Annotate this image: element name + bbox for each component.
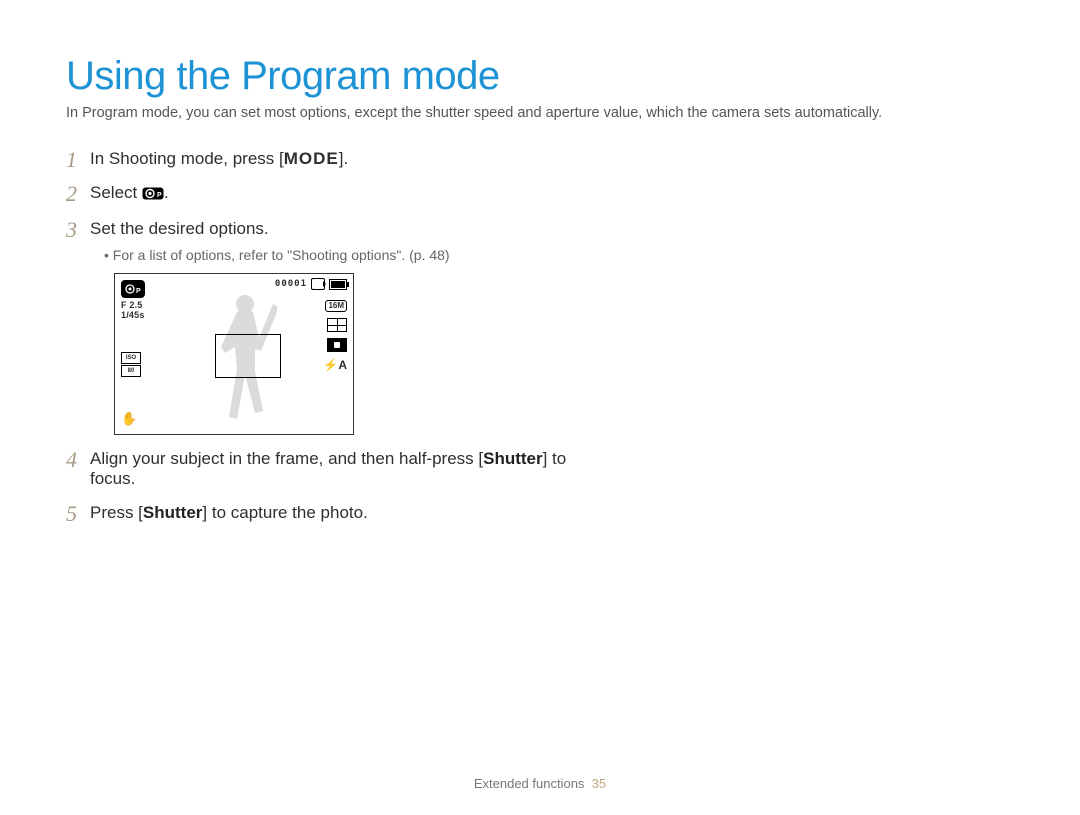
- step-number: 5: [66, 501, 77, 527]
- step-3: 3 Set the desired options. For a list of…: [66, 219, 606, 435]
- lcd-ois-icon: ✋: [121, 411, 137, 426]
- step-text: Align your subject in the frame, and the…: [90, 449, 483, 468]
- step-5: 5 Press [Shutter] to capture the photo.: [66, 503, 606, 523]
- step-number: 4: [66, 447, 77, 473]
- step-4: 4 Align your subject in the frame, and t…: [66, 449, 606, 489]
- step-text: Set the desired options.: [90, 219, 269, 238]
- lcd-frame-counter: 00001: [275, 279, 307, 289]
- lcd-iso-label: ISO: [121, 352, 141, 364]
- lcd-mode-icon: P: [121, 280, 145, 298]
- lcd-focus-frame: [215, 334, 281, 378]
- lcd-quality-icon: [327, 318, 347, 332]
- step-number: 1: [66, 147, 77, 173]
- steps-list: 1 In Shooting mode, press [MODE]. 2 Sele…: [66, 149, 606, 523]
- page-title: Using the Program mode: [66, 54, 1014, 99]
- lcd-aperture: F 2.5: [121, 300, 145, 310]
- step-number: 3: [66, 217, 77, 243]
- shutter-label: Shutter: [483, 449, 543, 468]
- step-number: 2: [66, 181, 77, 207]
- shutter-label: Shutter: [143, 503, 203, 522]
- lcd-flash-icon: ⚡A: [323, 358, 347, 372]
- step-sub-bullets: For a list of options, refer to "Shootin…: [90, 239, 606, 263]
- footer-section: Extended functions: [474, 776, 585, 791]
- mode-button-label: MODE: [284, 149, 339, 168]
- step-text: Select: [90, 183, 142, 202]
- program-mode-icon: P: [142, 185, 164, 205]
- footer-page-number: 35: [592, 776, 606, 791]
- step-text: In Shooting mode, press [: [90, 149, 284, 168]
- step-1: 1 In Shooting mode, press [MODE].: [66, 149, 606, 169]
- lcd-shutter-speed: 1/45s: [121, 310, 145, 320]
- step-sub-bullet: For a list of options, refer to "Shootin…: [104, 247, 606, 263]
- lcd-size-pill: 16M: [325, 300, 347, 312]
- step-text: Press [: [90, 503, 143, 522]
- lcd-battery-icon: [329, 279, 347, 290]
- lcd-card-icon: [311, 278, 325, 290]
- step-2: 2 Select P .: [66, 183, 606, 205]
- lcd-metering-icon: [327, 338, 347, 352]
- intro-text: In Program mode, you can set most option…: [66, 105, 1014, 121]
- svg-text:P: P: [157, 192, 162, 199]
- lcd-iso-value: 80: [121, 365, 141, 377]
- svg-text:P: P: [136, 288, 141, 295]
- page-footer: Extended functions 35: [0, 776, 1080, 791]
- lcd-preview: P F 2.5 1/45s ISO 80 ✋ 00001: [114, 273, 354, 435]
